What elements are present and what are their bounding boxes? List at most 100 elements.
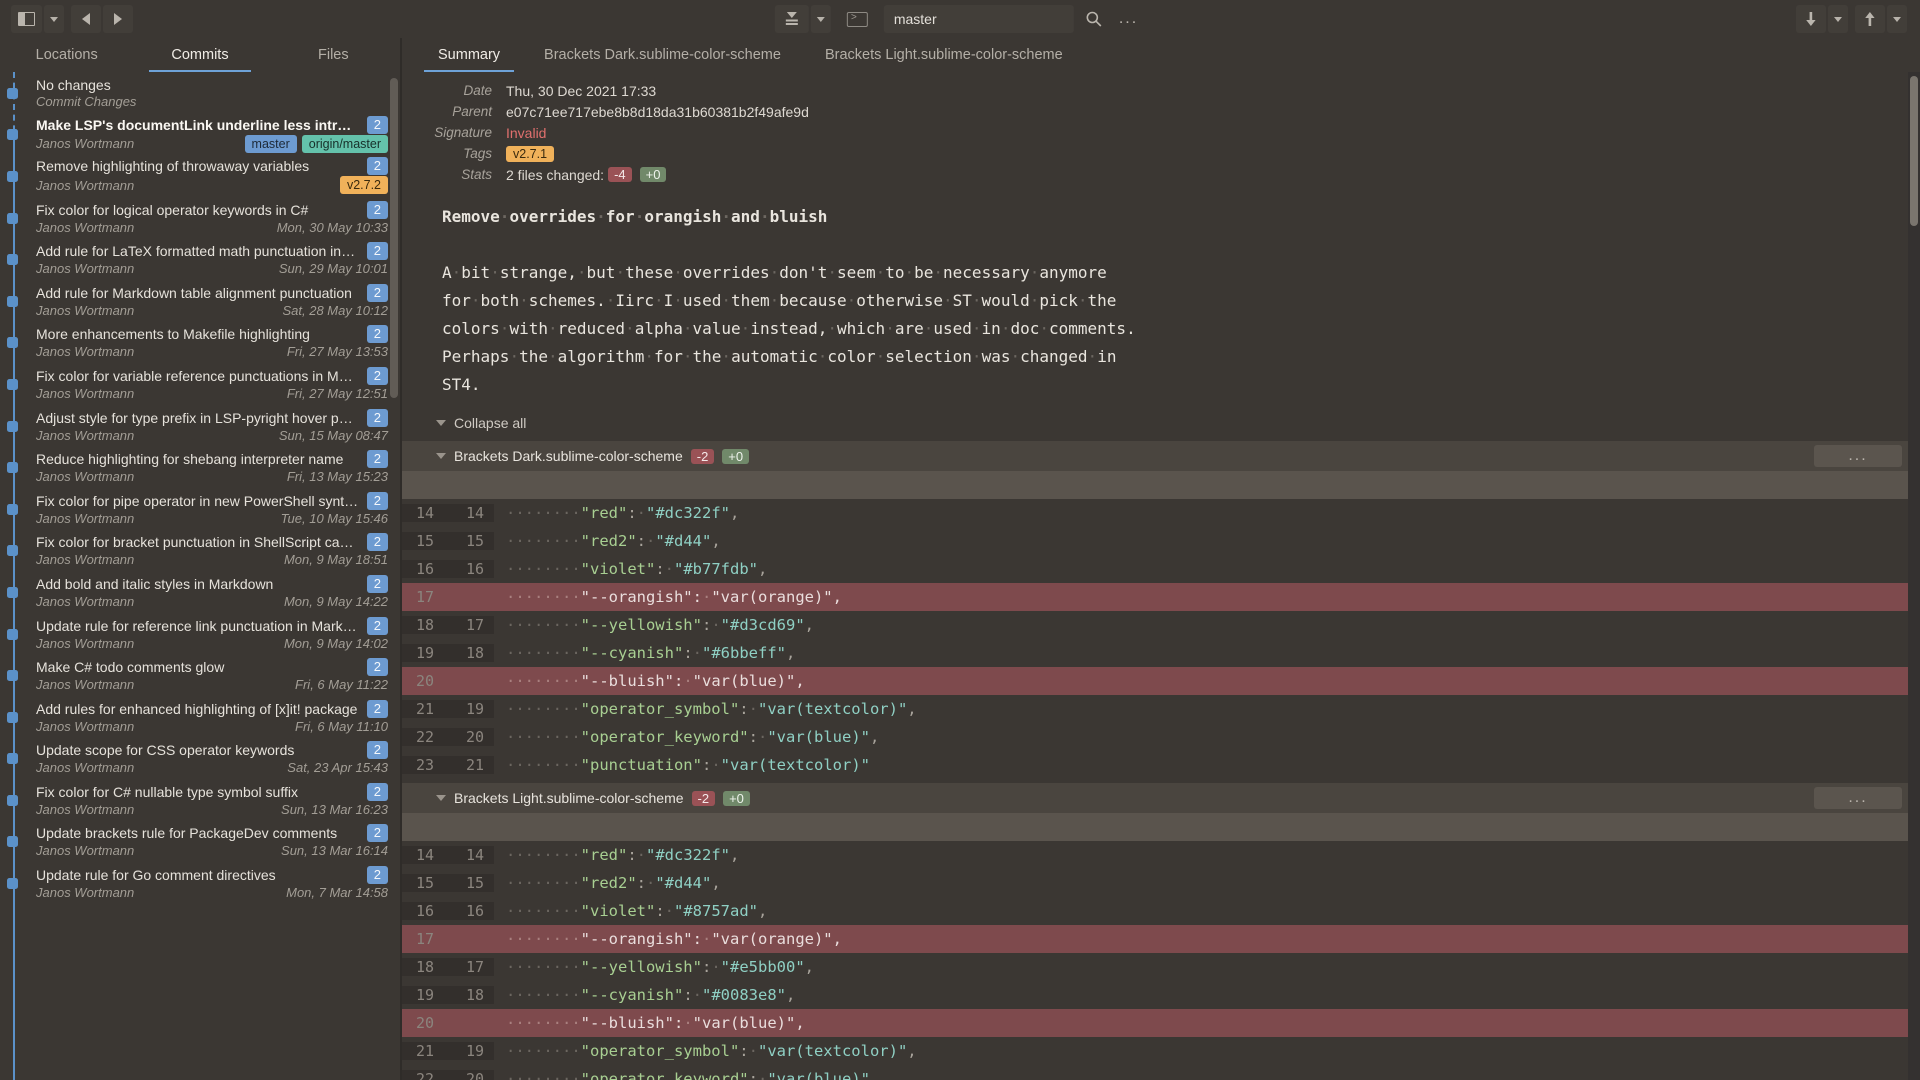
commit-row[interactable]: Fix color for variable reference punctua…: [0, 363, 400, 405]
commit-meta-row: Janos Wortmann Mon, 30 May 10:33: [36, 220, 388, 235]
diff-line-deleted[interactable]: 20 ········"--bluish":·"var(blue)",: [402, 667, 1920, 695]
commit-row[interactable]: Fix color for C# nullable type symbol su…: [0, 779, 400, 821]
filter-dropdown[interactable]: [810, 5, 831, 33]
ref-badge-tag[interactable]: v2.7.2: [339, 176, 388, 195]
detail-scrollbar[interactable]: [1908, 72, 1920, 1080]
diff-line-deleted[interactable]: 17 ········"--orangish":·"var(orange)",: [402, 583, 1920, 611]
push-dropdown[interactable]: [1887, 5, 1907, 33]
search-button[interactable]: [1078, 5, 1110, 33]
tag-badge[interactable]: v2.7.1: [506, 146, 555, 162]
commit-row[interactable]: Add rules for enhanced highlighting of […: [0, 696, 400, 738]
commit-row[interactable]: Update brackets rule for PackageDev comm…: [0, 821, 400, 863]
push-button[interactable]: [1855, 5, 1885, 33]
json-comma: ,: [711, 874, 721, 892]
diff-line-context[interactable]: 16 16 ········"violet":·"#8757ad",: [402, 897, 1920, 925]
diff-line-text: ········"red2":·"#d44",: [494, 532, 721, 550]
diff-line-context[interactable]: 14 14 ········"red":·"#dc322f",: [402, 841, 1920, 869]
commit-row[interactable]: Fix color for logical operator keywords …: [0, 197, 400, 239]
commit-author: Janos Wortmann: [36, 843, 135, 859]
commit-title-row: Fix color for bracket punctuation in She…: [36, 533, 388, 552]
pull-button[interactable]: [1796, 5, 1826, 33]
diff-line-context[interactable]: 23 21 ········"punctuation":·"var(textcolo…: [402, 751, 1920, 779]
diff-line-context[interactable]: 16 16 ········"violet":·"#b77fdb",: [402, 555, 1920, 583]
diff-line-context[interactable]: 21 19 ········"operator_symbol":·"var(text…: [402, 1037, 1920, 1065]
detail-scrollbar-thumb[interactable]: [1910, 76, 1918, 226]
commit-row[interactable]: Add bold and italic styles in Markdown 2 J…: [0, 571, 400, 613]
whitespace-dot: ·: [885, 319, 895, 338]
tab-commits[interactable]: Commits: [133, 38, 266, 72]
diff-line-context[interactable]: 19 18 ········"--cyanish":·"#6bbeff",: [402, 639, 1920, 667]
json-colon: :: [701, 756, 712, 774]
json-comma: ,: [907, 1042, 917, 1060]
commit-author: Janos Wortmann: [36, 718, 135, 734]
commit-row[interactable]: Adjust style for type prefix in LSP-pyri…: [0, 405, 400, 447]
commit-row[interactable]: Add rule for Markdown table alignment pu…: [0, 280, 400, 322]
collapse-all-toggle[interactable]: Collapse all: [402, 409, 1920, 437]
json-comma: ,: [795, 1014, 805, 1032]
detail-tab[interactable]: Brackets Light.sublime-color-scheme: [803, 38, 1085, 72]
commit-title-row: Add rule for LaTeX formatted math punctu…: [36, 242, 388, 261]
parent-hash[interactable]: e07c71ee717ebe8b8d18da31b60381b2f49afe9d: [506, 104, 809, 120]
diff-line-context[interactable]: 19 18 ········"--cyanish":·"#0083e8",: [402, 981, 1920, 1009]
commit-list-scrollbar-thumb[interactable]: [390, 78, 398, 398]
commit-title: Add rule for Markdown table alignment pu…: [36, 284, 352, 301]
sidebar-toggle-dropdown[interactable]: [44, 5, 64, 33]
file-more-button[interactable]: ...: [1814, 445, 1902, 467]
diff-line-context[interactable]: 22 20 ········"operator_keyword":·"var(blu…: [402, 1065, 1920, 1080]
left-tab-bar: Locations Commits Files: [0, 38, 400, 72]
commit-row[interactable]: Update rule for reference link punctuati…: [0, 613, 400, 655]
commit-title-row: Update rule for Go comment directives 2: [36, 866, 388, 885]
commit-row[interactable]: Remove highlighting of throwaway variabl…: [0, 155, 400, 197]
diff-old-line-number: 20: [415, 672, 434, 690]
detail-tab[interactable]: Summary: [416, 38, 522, 72]
ref-badge-remote[interactable]: origin/master: [301, 134, 388, 153]
commit-row[interactable]: Update scope for CSS operator keywords 2 J…: [0, 738, 400, 780]
back-button[interactable]: [71, 5, 101, 33]
commit-row[interactable]: Update rule for Go comment directives 2 Ja…: [0, 862, 400, 904]
diff-line-context[interactable]: 15 15 ········"red2":·"#d44",: [402, 527, 1920, 555]
diff-line-deleted[interactable]: 17 ········"--orangish":·"var(orange)",: [402, 925, 1920, 953]
pull-dropdown[interactable]: [1828, 5, 1848, 33]
commit-row[interactable]: Fix color for pipe operator in new Power…: [0, 488, 400, 530]
diff-line-context[interactable]: 21 19 ········"operator_symbol":·"var(text…: [402, 695, 1920, 723]
commit-list-scrollbar[interactable]: [390, 72, 400, 1080]
file-diff-header[interactable]: Brackets Dark.sublime-color-scheme -2 +0..…: [402, 441, 1920, 471]
diff-line-context[interactable]: 15 15 ········"red2":·"#d44",: [402, 869, 1920, 897]
diff-line-context[interactable]: 14 14 ········"red":·"#dc322f",: [402, 499, 1920, 527]
commit-row[interactable]: Reduce highlighting for shebang interpre…: [0, 446, 400, 488]
stats-value: 2 files changed: -4 +0: [506, 167, 667, 183]
whitespace-dot: ·: [846, 291, 857, 310]
diff-line-context[interactable]: 18 17 ········"--yellowish":·"#d3cd69",: [402, 611, 1920, 639]
sidebar-toggle-button[interactable]: [11, 5, 42, 33]
file-more-button[interactable]: ...: [1814, 787, 1902, 809]
forward-button[interactable]: [103, 5, 133, 33]
commit-row[interactable]: Make LSP's documentLink underline less i…: [0, 114, 400, 156]
file-diff-header[interactable]: Brackets Light.sublime-color-scheme -2 +0.…: [402, 783, 1920, 813]
commit-title-row: Fix color for pipe operator in new Power…: [36, 491, 388, 510]
commit-row[interactable]: More enhancements to Makefile highlighti…: [0, 322, 400, 364]
tab-files[interactable]: Files: [267, 38, 400, 72]
diff-line-deleted[interactable]: 20 ········"--bluish":·"var(blue)",: [402, 1009, 1920, 1037]
commit-row[interactable]: Fix color for bracket punctuation in She…: [0, 530, 400, 572]
diff-line-context[interactable]: 22 20 ········"operator_keyword":·"var(blu…: [402, 723, 1920, 751]
json-key: "operator_keyword": [580, 728, 749, 746]
commit-date: Fri, 6 May 11:10: [295, 718, 388, 734]
search-input[interactable]: master: [883, 5, 1074, 33]
commit-row[interactable]: No changes Commit Changes: [0, 72, 400, 114]
terminal-button[interactable]: >: [840, 5, 875, 33]
ref-badge-local[interactable]: master: [244, 134, 297, 153]
diff-line-context[interactable]: 18 17 ········"--yellowish":·"#e5bb00",: [402, 953, 1920, 981]
whitespace-dot: ·: [759, 207, 770, 226]
commit-action-label[interactable]: Commit Changes: [36, 94, 136, 109]
commit-author: Janos Wortmann: [36, 344, 135, 360]
filter-button[interactable]: [774, 5, 809, 33]
commit-row[interactable]: Make C# todo comments glow 2 Janos Wortman…: [0, 654, 400, 696]
commit-list-scroll[interactable]: No changes Commit Changes Make LSP's docum…: [0, 72, 400, 1080]
detail-scroll[interactable]: Date Thu, 30 Dec 2021 17:33 Parent e07c7…: [402, 72, 1920, 1080]
commit-row[interactable]: Add rule for LaTeX formatted math punctu…: [0, 238, 400, 280]
signature-value: Invalid: [506, 124, 547, 141]
detail-tab[interactable]: Brackets Dark.sublime-color-scheme: [522, 38, 803, 72]
whitespace-dot: ·: [451, 263, 462, 282]
toolbar-more-button[interactable]: ...: [1112, 5, 1145, 33]
tab-locations[interactable]: Locations: [0, 38, 133, 72]
